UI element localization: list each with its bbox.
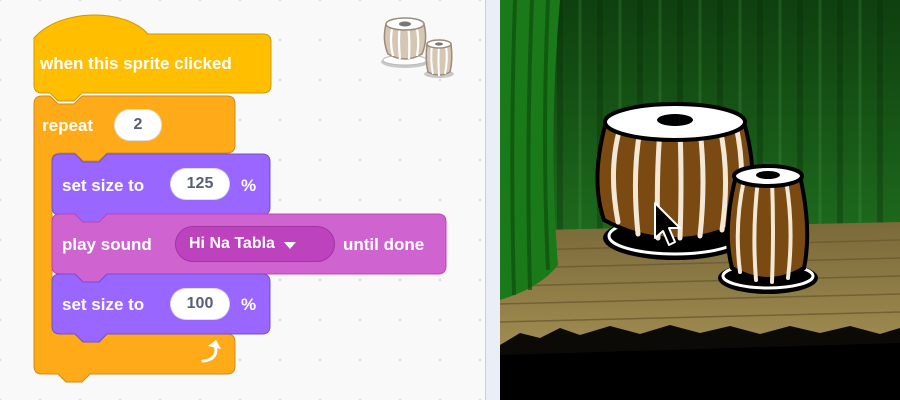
percent-label-1: %	[241, 176, 257, 195]
repeat-label: repeat	[42, 116, 94, 135]
hat-label: when this sprite clicked	[40, 54, 232, 73]
set-size-label-2: set size to	[62, 295, 145, 314]
stage-canvas[interactable]	[500, 0, 900, 400]
stage[interactable]	[500, 0, 900, 400]
until-done-label: until done	[343, 235, 425, 254]
panel-divider	[485, 0, 501, 400]
repeat-count-input[interactable]: 2	[114, 109, 162, 141]
tabla-sprite-icon	[381, 17, 454, 78]
sound-name: Hi Na Tabla	[189, 235, 275, 252]
play-sound-label: play sound	[62, 235, 152, 254]
percent-label-2: %	[241, 295, 257, 314]
size-input-2[interactable]: 100	[170, 288, 230, 320]
sound-dropdown[interactable]: Hi Na Tabla	[175, 226, 335, 262]
chevron-down-icon	[283, 242, 296, 249]
size-input-1[interactable]: 125	[170, 168, 230, 200]
set-size-label-1: set size to	[62, 176, 145, 195]
code-area[interactable]: when this sprite clicked repeat 2 set si…	[0, 0, 485, 400]
